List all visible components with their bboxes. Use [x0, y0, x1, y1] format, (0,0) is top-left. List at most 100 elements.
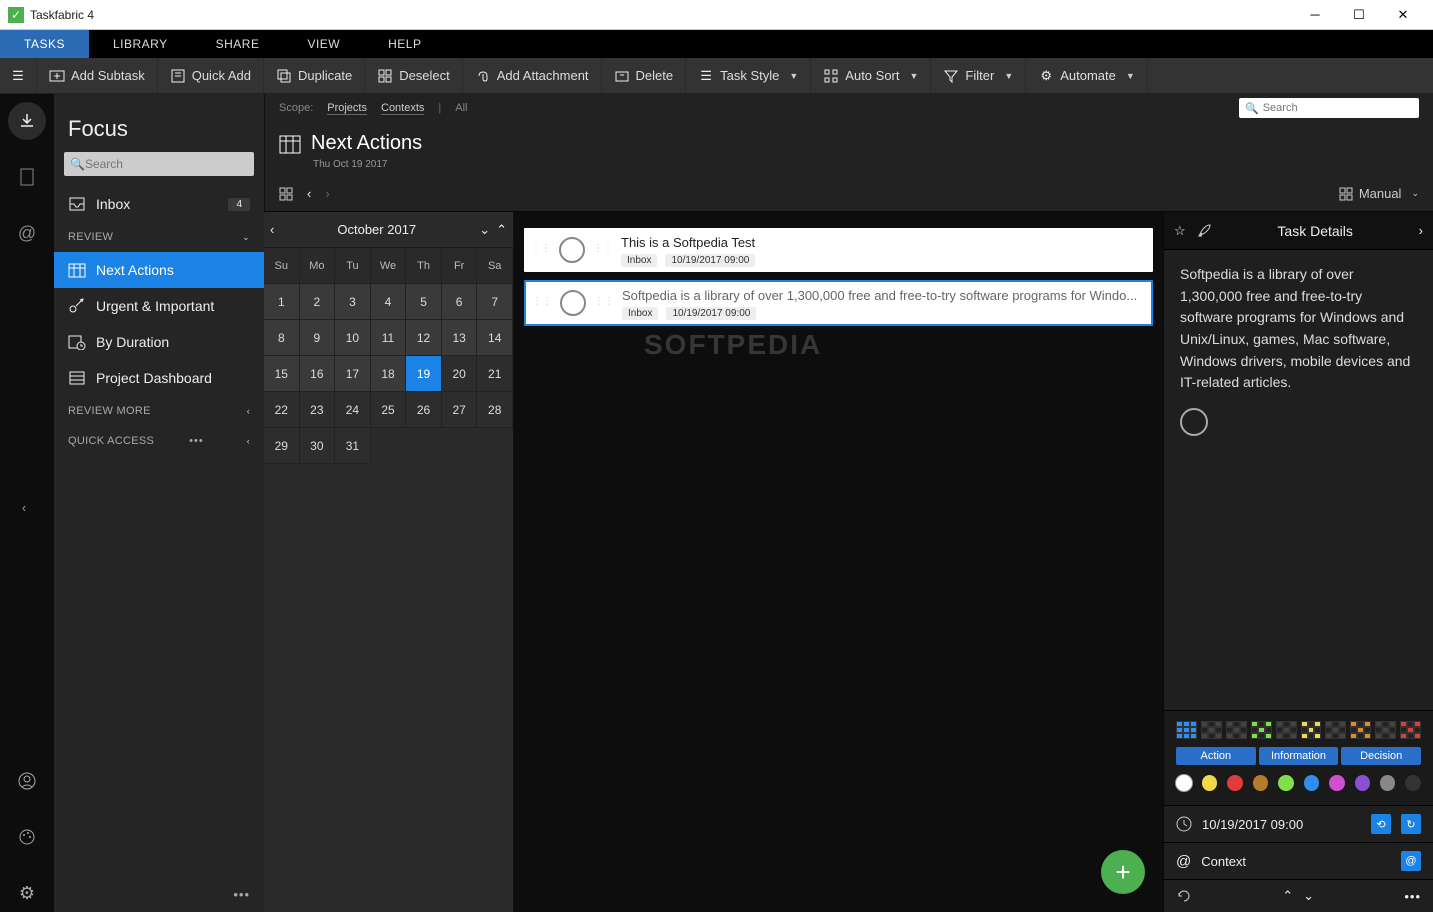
cal-day[interactable]: 12 — [406, 320, 442, 356]
global-search-input[interactable] — [1263, 102, 1413, 114]
delete-button[interactable]: Delete — [602, 58, 687, 93]
sidebar-urgent[interactable]: Urgent & Important — [54, 288, 264, 324]
segment-action[interactable]: Action — [1176, 747, 1256, 765]
cal-day[interactable]: 25 — [371, 392, 407, 428]
maximize-button[interactable]: ☐ — [1337, 1, 1381, 29]
rail-download-button[interactable] — [8, 102, 46, 140]
menu-library[interactable]: LIBRARY — [89, 30, 192, 58]
color-swatch[interactable] — [1304, 775, 1319, 791]
sidebar-duration[interactable]: By Duration — [54, 324, 264, 360]
cal-day[interactable]: 10 — [335, 320, 371, 356]
due-reset-button[interactable]: ⟲ — [1371, 814, 1391, 834]
menu-share[interactable]: SHARE — [192, 30, 284, 58]
due-date[interactable]: 10/19/2017 09:00 — [1202, 817, 1303, 832]
cal-day[interactable]: 24 — [335, 392, 371, 428]
more-icon[interactable]: ••• — [1404, 889, 1421, 904]
section-quick-access[interactable]: QUICK ACCESS•••‹ — [54, 426, 264, 456]
add-attachment-button[interactable]: Add Attachment — [463, 58, 602, 93]
sidebar-inbox[interactable]: Inbox 4 — [54, 186, 264, 222]
sidebar-next-actions[interactable]: Next Actions — [54, 252, 264, 288]
next-button[interactable]: › — [325, 186, 329, 201]
next-task-button[interactable]: ⌄ — [1303, 888, 1314, 904]
style-swatch[interactable] — [1301, 721, 1322, 739]
style-swatch[interactable] — [1176, 721, 1197, 739]
color-swatch[interactable] — [1380, 775, 1395, 791]
cal-day[interactable]: 21 — [477, 356, 513, 392]
cal-day[interactable]: 14 — [477, 320, 513, 356]
sidebar-search[interactable]: 🔍 — [64, 152, 254, 176]
prev-task-button[interactable]: ⌃ — [1282, 888, 1293, 904]
star-icon[interactable]: ☆ — [1174, 223, 1186, 239]
quick-add-button[interactable]: Quick Add — [158, 58, 264, 93]
hamburger-button[interactable]: ☰ — [0, 58, 37, 93]
sidebar-search-input[interactable] — [85, 157, 248, 171]
color-swatch[interactable] — [1278, 775, 1293, 791]
automate-button[interactable]: ⚙Automate▼ — [1026, 58, 1148, 93]
task-card[interactable]: ⋮⋮⋮⋮This is a Softpedia TestInbox10/19/2… — [524, 228, 1153, 272]
cycle-icon[interactable] — [1176, 888, 1192, 904]
cal-day[interactable]: 19 — [406, 356, 442, 392]
cal-day[interactable]: 29 — [264, 428, 300, 464]
rail-palette-button[interactable] — [8, 818, 46, 856]
cal-day[interactable]: 2 — [300, 284, 336, 320]
scope-contexts[interactable]: Contexts — [381, 102, 424, 115]
deselect-button[interactable]: Deselect — [365, 58, 463, 93]
rail-collapse-button[interactable]: ‹ — [22, 500, 26, 515]
color-swatch[interactable] — [1329, 775, 1344, 791]
cal-up-button[interactable]: ⌃ — [496, 222, 507, 238]
style-swatch[interactable] — [1375, 721, 1396, 739]
due-refresh-button[interactable]: ↻ — [1401, 814, 1421, 834]
segment-info[interactable]: Information — [1259, 747, 1339, 765]
cal-prev-button[interactable]: ‹ — [270, 222, 274, 237]
cal-day[interactable]: 28 — [477, 392, 513, 428]
drag-handle-icon[interactable]: ⋮⋮ — [531, 243, 551, 254]
cal-day[interactable]: 30 — [300, 428, 336, 464]
cal-day[interactable]: 20 — [442, 356, 478, 392]
menu-tasks[interactable]: TASKS — [0, 30, 89, 58]
cal-day[interactable]: 16 — [300, 356, 336, 392]
task-checkbox[interactable] — [560, 290, 586, 316]
rail-settings-button[interactable]: ⚙ — [8, 874, 46, 912]
cal-dropdown-button[interactable]: ⌄ — [479, 222, 490, 238]
section-review[interactable]: REVIEW⌄ — [54, 222, 264, 252]
cal-day[interactable]: 4 — [371, 284, 407, 320]
rocket-icon[interactable] — [1196, 223, 1212, 239]
cal-day[interactable]: 31 — [335, 428, 371, 464]
style-swatch[interactable] — [1325, 721, 1346, 739]
cal-day[interactable]: 26 — [406, 392, 442, 428]
style-swatch[interactable] — [1350, 721, 1371, 739]
style-swatch[interactable] — [1400, 721, 1421, 739]
color-swatch[interactable] — [1405, 775, 1420, 791]
rail-page-button[interactable] — [8, 158, 46, 196]
color-swatch[interactable] — [1202, 775, 1217, 791]
context-label[interactable]: Context — [1201, 854, 1246, 869]
menu-help[interactable]: HELP — [364, 30, 445, 58]
scope-projects[interactable]: Projects — [327, 102, 367, 115]
cal-day[interactable]: 3 — [335, 284, 371, 320]
cal-day[interactable]: 23 — [300, 392, 336, 428]
cal-day[interactable]: 6 — [442, 284, 478, 320]
more-icon[interactable]: ••• — [233, 887, 250, 902]
cal-day[interactable]: 13 — [442, 320, 478, 356]
cal-day[interactable]: 5 — [406, 284, 442, 320]
rail-at-button[interactable]: @ — [8, 214, 46, 252]
cal-day[interactable]: 18 — [371, 356, 407, 392]
cal-day[interactable]: 7 — [477, 284, 513, 320]
context-at-button[interactable]: @ — [1401, 851, 1421, 871]
color-swatch[interactable] — [1176, 775, 1192, 791]
cal-day[interactable]: 9 — [300, 320, 336, 356]
add-task-fab[interactable]: + — [1101, 850, 1145, 894]
style-swatch[interactable] — [1251, 721, 1272, 739]
global-search[interactable]: 🔍 — [1239, 98, 1419, 118]
duplicate-button[interactable]: Duplicate — [264, 58, 365, 93]
segment-decision[interactable]: Decision — [1341, 747, 1421, 765]
cal-day[interactable]: 27 — [442, 392, 478, 428]
cal-day[interactable]: 1 — [264, 284, 300, 320]
menu-view[interactable]: VIEW — [283, 30, 364, 58]
drag-handle-icon[interactable]: ⋮⋮ — [532, 296, 552, 307]
style-swatch[interactable] — [1226, 721, 1247, 739]
prev-button[interactable]: ‹ — [307, 186, 311, 201]
section-review-more[interactable]: REVIEW MORE‹ — [54, 396, 264, 426]
add-subtask-button[interactable]: Add Subtask — [37, 58, 158, 93]
color-swatch[interactable] — [1355, 775, 1370, 791]
